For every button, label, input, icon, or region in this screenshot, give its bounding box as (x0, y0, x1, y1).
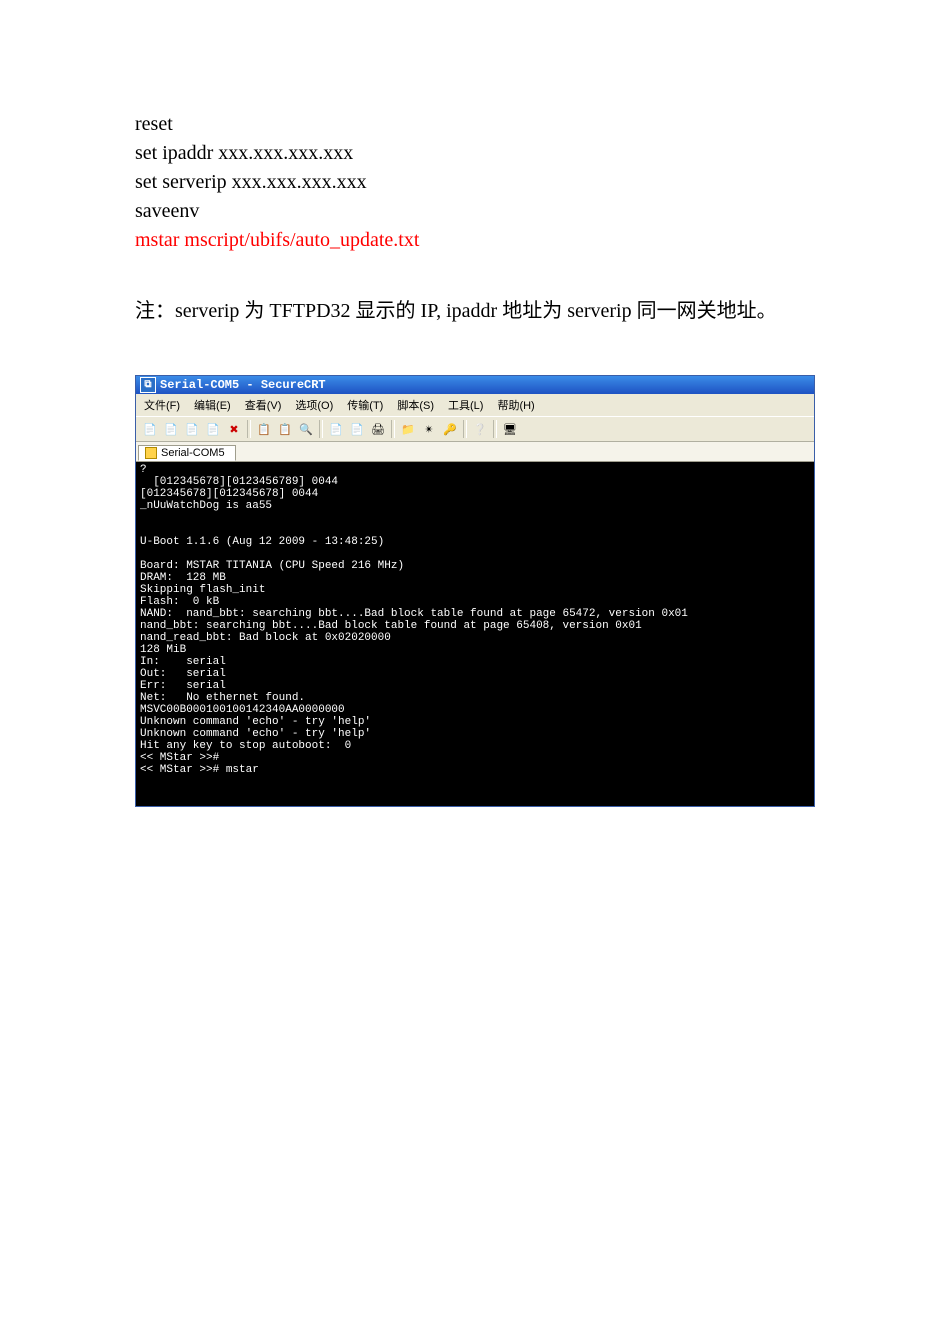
terminal-output[interactable]: ? [012345678][0123456789] 0044 [01234567… (136, 462, 814, 806)
menu-file[interactable]: 文件(F) (144, 397, 180, 413)
toolbar-separator (493, 420, 497, 438)
toolbar: 📄 📄 📄 📄 ✖ 📋 📋 🔍 📄 📄 🖨 📁 ✴ 🔑 ❔ 🖥 (136, 416, 814, 442)
tb-help-icon[interactable]: ❔ (470, 419, 490, 439)
menu-help[interactable]: 帮助(H) (497, 397, 534, 413)
securecrt-window: ⧉ Serial-COM5 - SecureCRT 文件(F) 编辑(E) 查看… (135, 375, 815, 807)
window-title: Serial-COM5 - SecureCRT (160, 378, 326, 392)
tb-keymap-icon[interactable]: 🔑 (440, 419, 460, 439)
tb-terminal-icon[interactable]: 🖥 (500, 419, 520, 439)
document-page: reset set ipaddr xxx.xxx.xxx.xxx set ser… (0, 0, 950, 1344)
session-tab[interactable]: Serial-COM5 (138, 445, 236, 461)
tb-reconnect-icon[interactable]: 📄 (182, 419, 202, 439)
toolbar-separator (463, 420, 467, 438)
toolbar-separator (319, 420, 323, 438)
cmd-reset: reset (135, 110, 815, 139)
tb-find-icon[interactable]: 🔍 (296, 419, 316, 439)
cmd-set-serverip: set serverip xxx.xxx.xxx.xxx (135, 168, 815, 197)
tb-new-session-icon[interactable]: 📄 (203, 419, 223, 439)
toolbar-separator (247, 420, 251, 438)
menu-script[interactable]: 脚本(S) (397, 397, 434, 413)
cmd-mstar: mstar mscript/ubifs/auto_update.txt (135, 226, 815, 255)
tb-quick-connect-icon[interactable]: 📄 (140, 419, 160, 439)
command-block: reset set ipaddr xxx.xxx.xxx.xxx set ser… (135, 110, 815, 255)
tb-connect-icon[interactable]: 📄 (161, 419, 181, 439)
cmd-set-ipaddr: set ipaddr xxx.xxx.xxx.xxx (135, 139, 815, 168)
app-icon: ⧉ (140, 377, 156, 393)
tb-activator-icon[interactable]: ✴ (419, 419, 439, 439)
session-tab-bar: Serial-COM5 (136, 442, 814, 462)
toolbar-separator (391, 420, 395, 438)
tb-disconnect-icon[interactable]: ✖ (224, 419, 244, 439)
note-text: 注：serverip 为 TFTPD32 显示的 IP, ipaddr 地址为 … (135, 295, 815, 327)
tb-copy-icon[interactable]: 📋 (254, 419, 274, 439)
menu-bar: 文件(F) 编辑(E) 查看(V) 选项(O) 传输(T) 脚本(S) 工具(L… (136, 394, 814, 416)
tb-print-icon[interactable]: 🖨 (368, 419, 388, 439)
tb-paste-icon[interactable]: 📋 (275, 419, 295, 439)
tab-status-icon (145, 447, 157, 459)
tb-global-opts-icon[interactable]: 📄 (347, 419, 367, 439)
menu-option[interactable]: 选项(O) (295, 397, 333, 413)
menu-tool[interactable]: 工具(L) (448, 397, 483, 413)
menu-transfer[interactable]: 传输(T) (347, 397, 383, 413)
cmd-saveenv: saveenv (135, 197, 815, 226)
tb-session-opts-icon[interactable]: 📄 (326, 419, 346, 439)
menu-edit[interactable]: 编辑(E) (194, 397, 231, 413)
tb-log-icon[interactable]: 📁 (398, 419, 418, 439)
session-tab-label: Serial-COM5 (161, 447, 225, 459)
menu-view[interactable]: 查看(V) (245, 397, 282, 413)
window-titlebar[interactable]: ⧉ Serial-COM5 - SecureCRT (136, 376, 814, 394)
